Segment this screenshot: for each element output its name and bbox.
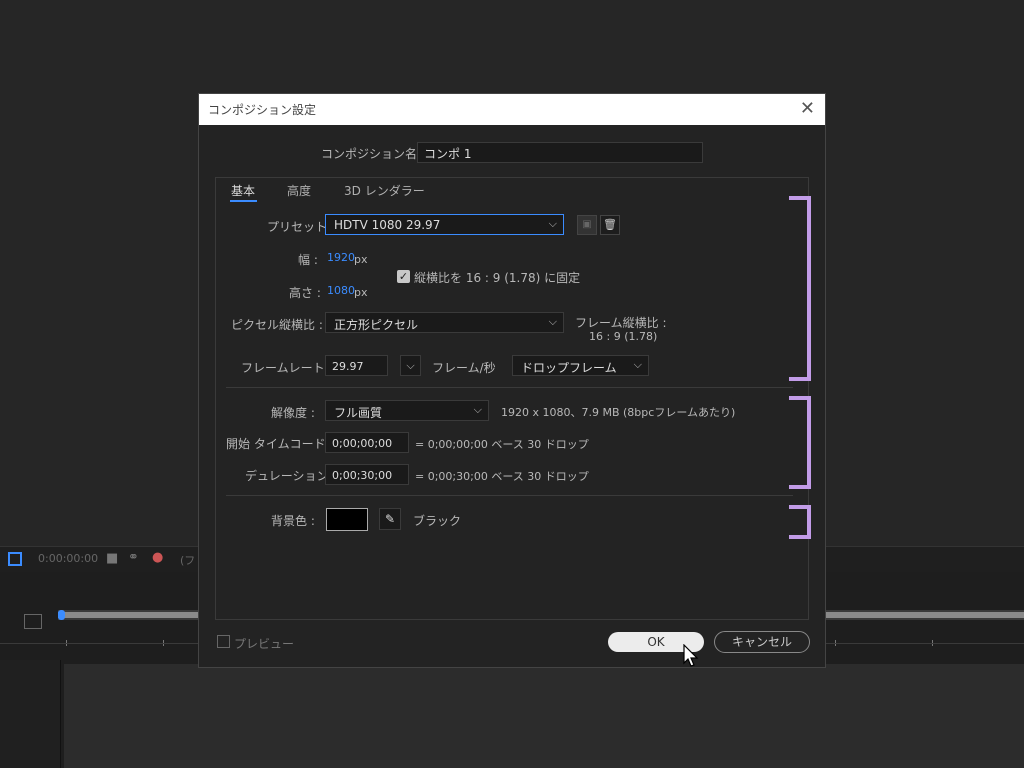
tab-basic-underline xyxy=(230,200,257,202)
chevron-down-icon: ⌵ xyxy=(548,217,557,230)
start-timecode-info: = 0;00;00;00 ベース 30 ドロップ xyxy=(415,438,589,451)
section-divider xyxy=(226,387,793,388)
resolution-dropdown[interactable]: フル画質 ⌵ xyxy=(325,400,489,421)
layer-label-partial: (フ xyxy=(180,554,196,567)
drop-frame-value: ドロップフレーム xyxy=(521,361,617,375)
bg-color-swatch[interactable] xyxy=(326,508,368,531)
height-label: 高さ : xyxy=(289,286,321,300)
timecode-display[interactable]: 0:00:00:00 xyxy=(38,552,98,565)
eyedropper-icon[interactable]: ✎ xyxy=(379,508,401,530)
preset-value: HDTV 1080 29.97 xyxy=(334,218,441,232)
tab-3d-renderer[interactable]: 3D レンダラー xyxy=(344,182,425,199)
height-value[interactable]: 1080 xyxy=(327,284,355,297)
layer-panel xyxy=(0,660,61,768)
height-unit: px xyxy=(354,286,368,299)
pixel-aspect-label: ピクセル縦横比 : xyxy=(231,318,323,332)
pixel-aspect-dropdown[interactable]: 正方形ピクセル ⌵ xyxy=(325,312,564,333)
lock-aspect-label: 縦横比を 16 : 9 (1.78) に固定 xyxy=(414,271,581,285)
frame-rate-unit: フレーム/秒 xyxy=(432,361,496,375)
chevron-down-icon: ⌵ xyxy=(473,403,482,416)
annotation-bracket xyxy=(789,196,811,381)
solo-icon[interactable] xyxy=(24,614,42,629)
duration-info: = 0;00;30;00 ベース 30 ドロップ xyxy=(415,470,589,483)
composition-settings-dialog: コンポジション設定 ✕ コンポジション名 : コンポ 1 基本 高度 3D レン… xyxy=(198,93,826,668)
frame-rate-dropdown[interactable]: ⌵ xyxy=(400,355,421,376)
settings-panel xyxy=(215,177,809,620)
frame-aspect-label: フレーム縦横比 : xyxy=(575,316,667,330)
annotation-bracket xyxy=(789,505,811,539)
timeline-track-area xyxy=(64,664,1024,768)
resolution-label: 解像度 : xyxy=(271,406,315,420)
duration-label: デュレーション : xyxy=(245,469,337,483)
resolution-value: フル画質 xyxy=(334,406,383,420)
save-preset-icon[interactable]: ▣ xyxy=(577,215,597,235)
cancel-button[interactable]: キャンセル xyxy=(714,631,810,653)
width-label: 幅 : xyxy=(298,253,318,267)
width-value[interactable]: 1920 xyxy=(327,251,355,264)
chevron-down-icon: ⌵ xyxy=(406,359,415,372)
comp-name-label: コンポジション名 : xyxy=(321,147,425,161)
drop-frame-dropdown[interactable]: ドロップフレーム ⌵ xyxy=(512,355,649,376)
link-icon[interactable]: ⚭ xyxy=(128,550,139,565)
preview-checkbox[interactable] xyxy=(217,635,230,648)
mouse-cursor-icon xyxy=(683,644,699,667)
preview-label: プレビュー xyxy=(234,637,295,651)
close-icon[interactable]: ✕ xyxy=(800,98,815,119)
tab-advanced[interactable]: 高度 xyxy=(287,182,311,199)
width-unit: px xyxy=(354,253,368,266)
frame-aspect-value: 16 : 9 (1.78) xyxy=(589,330,658,343)
bg-color-label: 背景色 : xyxy=(271,514,315,528)
chevron-down-icon: ⌵ xyxy=(633,358,642,371)
section-divider xyxy=(226,495,793,496)
start-timecode-label: 開始 タイムコード : xyxy=(226,437,334,451)
dialog-title: コンポジション設定 xyxy=(208,103,317,117)
frame-rate-label: フレームレート : xyxy=(241,361,333,375)
annotation-bracket xyxy=(789,396,811,489)
start-timecode-field[interactable]: 0;00;00;00 xyxy=(325,432,409,453)
dialog-titlebar[interactable]: コンポジション設定 ✕ xyxy=(199,94,825,125)
chevron-down-icon: ⌵ xyxy=(548,315,557,328)
frame-rate-field[interactable]: 29.97 xyxy=(325,355,388,376)
pixel-aspect-value: 正方形ピクセル xyxy=(334,318,419,332)
trash-icon[interactable]: 🗑 xyxy=(600,215,620,235)
preset-dropdown[interactable]: HDTV 1080 29.97 ⌵ xyxy=(325,214,564,235)
duration-field[interactable]: 0;00;30;00 xyxy=(325,464,409,485)
bg-color-name: ブラック xyxy=(413,514,462,528)
comp-icon[interactable] xyxy=(8,552,22,566)
comp-name-field[interactable]: コンポ 1 xyxy=(417,142,703,163)
color-icon[interactable]: ● xyxy=(152,550,163,565)
resolution-info: 1920 x 1080、7.9 MB (8bpcフレームあたり) xyxy=(501,406,736,419)
playhead-marker[interactable] xyxy=(58,610,65,620)
lock-aspect-checkbox[interactable]: ✓ xyxy=(397,270,410,283)
camera-icon[interactable]: ■ xyxy=(106,551,118,566)
tab-basic[interactable]: 基本 xyxy=(231,182,255,199)
